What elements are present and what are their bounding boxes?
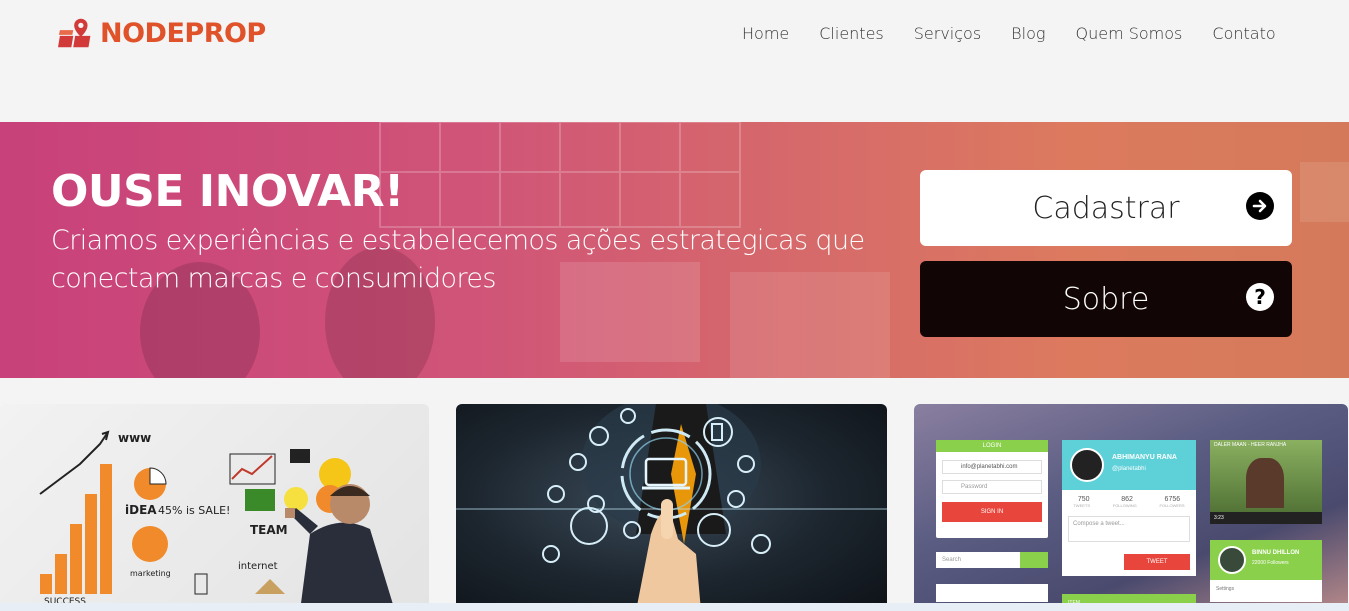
uikit-following-label: FOLLOWING [1112, 503, 1137, 508]
uikit-followers-label: FOLLOWERS [1159, 503, 1185, 508]
business-sketch-image: www iDEA 45% is SALE! TEAM internet mark… [39, 430, 395, 611]
uikit-followers-count: 6756 [1164, 496, 1181, 503]
uikit-profile-panel: ABHIMANYU RANA @planetabhi 750 862 6756 … [1062, 440, 1196, 576]
main-nav: Home Clientes Serviços Blog Quem Somos C… [742, 24, 1306, 43]
sketch-text-team: TEAM [250, 523, 288, 537]
nav-contato[interactable]: Contato [1212, 24, 1275, 43]
cadastrar-button[interactable]: Cadastrar [920, 170, 1292, 246]
uikit-login-title: LOGIN [936, 440, 1048, 452]
hero-subtitle: Criamos experiências e estabelecemos açõ… [51, 225, 865, 294]
uikit-profile-name: ABHIMANYU RANA [1112, 454, 1177, 461]
sobre-button[interactable]: Sobre ? [920, 261, 1292, 337]
hero-banner: OUSE INOVAR! Criamos experiências e esta… [0, 122, 1349, 378]
sketch-text-internet: internet [238, 561, 278, 572]
sketch-text-idea: iDEA [125, 503, 157, 517]
tech-touch-image [456, 404, 887, 611]
feature-cards: www iDEA 45% is SALE! TEAM internet mark… [0, 404, 1349, 611]
uikit-tweets-count: 750 [1077, 496, 1090, 503]
nav-quem-somos[interactable]: Quem Somos [1075, 24, 1182, 43]
nav-servicos[interactable]: Serviços [914, 24, 981, 43]
uikit-password-field: Password [942, 480, 1042, 494]
uikit-following-count: 862 [1121, 496, 1133, 503]
sobre-label: Sobre [1062, 281, 1150, 317]
question-circle-icon: ? [1246, 283, 1274, 311]
uikit-tweet-button: TWEET [1124, 554, 1190, 570]
brand-name: NODEPROP [100, 17, 266, 49]
uikit-search-button [1020, 552, 1048, 568]
site-header: NODEPROP Home Clientes Serviços Blog Que… [0, 0, 1349, 122]
nav-clientes[interactable]: Clientes [819, 24, 884, 43]
uikit-signin-button: SIGN IN [942, 502, 1042, 522]
uikit-user-settings: Settings [1216, 586, 1235, 592]
uikit-video-title: DALER MAAN - HEER RANJHA [1214, 442, 1287, 448]
uikit-email-field: info@planetabhi.com [942, 460, 1042, 474]
uikit-tweets-label: TWEETS [1073, 503, 1091, 508]
uikit-user-followers: 22000 Followers [1252, 560, 1289, 566]
cadastrar-label: Cadastrar [1032, 190, 1180, 226]
uikit-video-panel: DALER MAAN - HEER RANJHA 3:23 [1210, 440, 1322, 524]
card-business-sketch[interactable]: www iDEA 45% is SALE! TEAM internet mark… [0, 404, 429, 611]
uikit-video-time: 3:23 [1210, 512, 1322, 524]
sketch-text-sale: 45% is SALE! [158, 504, 230, 517]
bottom-strip [0, 603, 1349, 611]
sketch-text-marketing: marketing [130, 569, 171, 578]
card-tech-touch[interactable] [456, 404, 887, 611]
uikit-compose-field: Compose a tweet... [1068, 516, 1190, 542]
uikit-profile-handle: @planetabhi [1112, 466, 1146, 472]
uikit-user-name: BINNU DHILLON [1252, 550, 1300, 556]
arrow-right-circle-icon [1246, 192, 1274, 220]
uikit-user-panel: BINNU DHILLON 22000 Followers Settings [1210, 540, 1322, 602]
logo-icon [58, 18, 91, 48]
uikit-login-panel: LOGIN info@planetabhi.com Password SIGN … [936, 440, 1048, 538]
card-ui-kit[interactable]: LOGIN info@planetabhi.com Password SIGN … [914, 404, 1348, 611]
hero-title: OUSE INOVAR! [51, 166, 404, 217]
nav-home[interactable]: Home [742, 24, 789, 43]
uikit-social-bar [936, 584, 1048, 602]
sketch-text-www: www [118, 431, 151, 445]
logo[interactable]: NODEPROP [58, 16, 266, 50]
nav-blog[interactable]: Blog [1011, 24, 1045, 43]
